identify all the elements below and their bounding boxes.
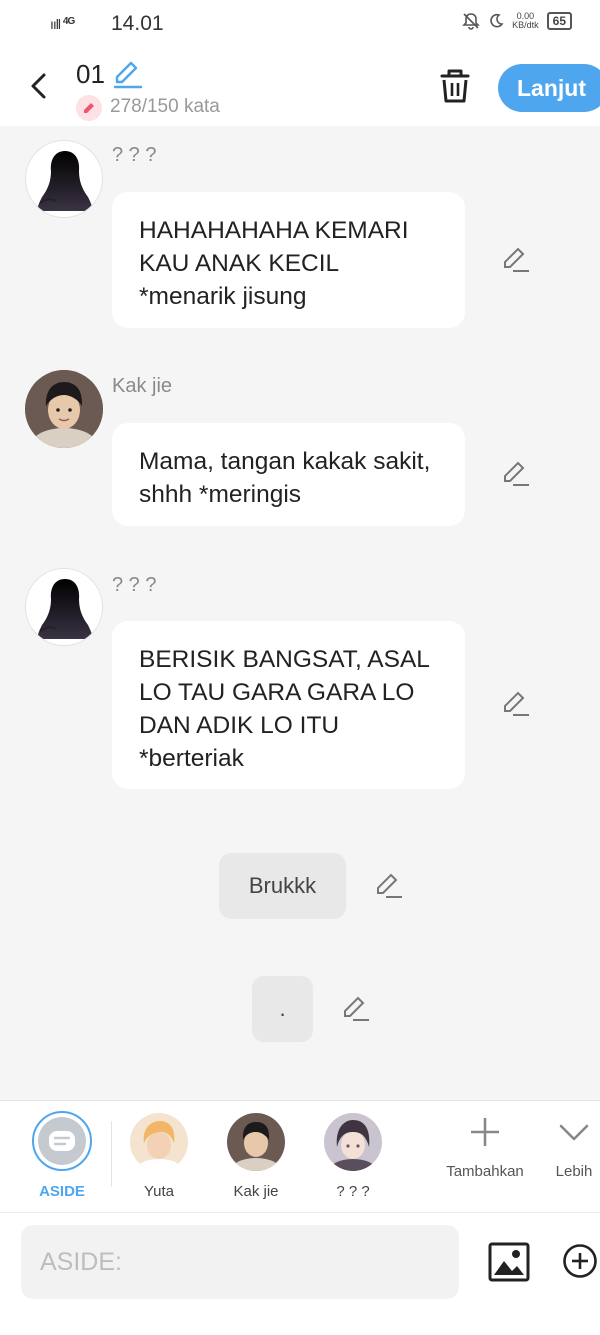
word-count: 278/150 kata [110,96,220,117]
more-label: Lebih [555,1163,593,1180]
character-label: ? ? ? [336,1183,370,1200]
battery-indicator: 65 [546,12,572,30]
speed-unit: KB/dtk [512,20,539,30]
word-count-badge [76,95,102,121]
speaker-name: Kak jie [112,375,173,397]
chevron-down-icon [559,1124,589,1141]
message-bubble[interactable]: Mama, tangan kakak sakit, shhh *meringis [112,423,465,526]
edit-message-icon[interactable] [501,459,531,489]
status-bar: ııll 4G 14.01 0.00 KB/dtk 65 [0,0,600,50]
speaker-name: ? ? ? [112,574,157,596]
signal-indicator: ııll 4G [50,16,75,32]
character-kak-jie[interactable]: Kak jie [216,1113,296,1200]
status-time: 14.01 [111,12,164,35]
avatar-unknown[interactable] [25,140,103,218]
plus-icon [471,1118,499,1146]
character-aside[interactable]: ASIDE [22,1111,102,1200]
add-circle-icon[interactable] [562,1243,598,1279]
silhouette-icon [37,151,93,211]
chapter-title[interactable]: 01 [76,59,105,90]
network-speed: 0.00 KB/dtk [512,12,539,30]
character-unknown[interactable]: ? ? ? [313,1113,393,1200]
narration-bubble[interactable]: Brukkk [219,853,346,919]
character-yuta[interactable]: Yuta [119,1113,199,1200]
divider [111,1121,112,1187]
trash-icon[interactable] [436,66,474,106]
message-bubble[interactable]: HAHAHAHAHA KEMARI KAU ANAK KECIL *menari… [112,192,465,328]
chat-bubble-icon [49,1131,75,1151]
avatar-kak-jie[interactable] [25,370,103,448]
back-button[interactable] [22,68,58,104]
unknown-avatar [324,1113,382,1171]
editor-header: 01 278/150 kata Lanjut [0,50,600,126]
edit-message-icon[interactable] [501,689,531,719]
silhouette-icon [37,579,93,639]
next-button[interactable]: Lanjut [498,64,600,112]
message-bubble[interactable]: BERISIK BANGSAT, ASAL LO TAU GARA GARA L… [112,621,465,789]
signal-bars: ııll [50,16,61,32]
character-selector: ASIDE Yuta Kak jie ? ? ? Tambahkan Lebih [0,1100,600,1212]
edit-message-icon[interactable] [501,245,531,275]
character-label: Yuta [143,1183,175,1200]
avatar-unknown[interactable] [25,568,103,646]
more-button[interactable]: Lebih [550,1115,598,1180]
add-character-label: Tambahkan [446,1163,524,1180]
image-icon[interactable] [488,1241,530,1283]
message-list[interactable]: ? ? ? HAHAHAHAHA KEMARI KAU ANAK KECIL *… [0,126,600,1100]
narration-bubble[interactable]: . [252,976,313,1042]
pencil-icon [84,103,94,113]
input-bar [0,1212,600,1335]
character-label: ASIDE [39,1183,85,1200]
speaker-name: ? ? ? [112,144,157,166]
add-character-button[interactable]: Tambahkan [443,1115,527,1180]
moon-icon [490,13,504,28]
edit-title-icon[interactable] [112,60,144,90]
mute-notification-icon [462,13,481,30]
message-input[interactable] [21,1225,459,1299]
kak-jie-avatar [227,1113,285,1171]
edit-narration-icon[interactable] [341,994,371,1024]
network-type: 4G [62,16,75,27]
status-icons: 0.00 KB/dtk 65 [462,12,572,30]
portrait-boy-icon [25,370,103,448]
yuta-avatar [130,1113,188,1171]
edit-narration-icon[interactable] [374,871,404,901]
aside-avatar [32,1111,92,1171]
character-label: Kak jie [233,1183,279,1200]
